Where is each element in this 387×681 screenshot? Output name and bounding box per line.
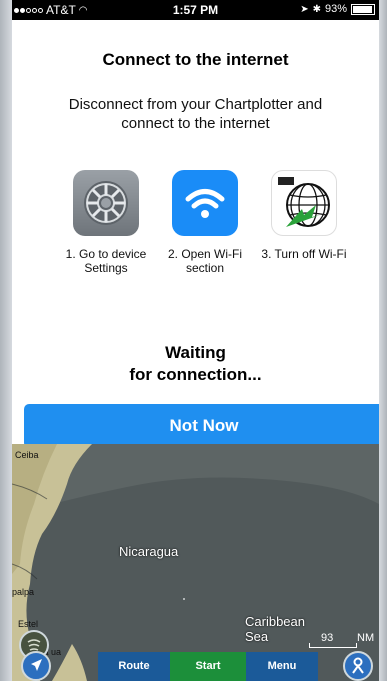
navigation-arrow-icon [31, 659, 42, 671]
start-button[interactable]: Start [170, 652, 246, 681]
step-open-wifi: 2. Open Wi-Fi section [162, 170, 248, 275]
scale-unit: NM [357, 632, 375, 644]
map-label-line: Sea [245, 629, 269, 644]
dialog-title: Connect to the internet [102, 50, 289, 69]
dialog-message: Disconnect from your Chartplotter and co… [68, 96, 323, 132]
waiting-status: Waiting for connection... [12, 342, 379, 386]
waiting-line: for connection... [129, 365, 262, 384]
location-arrow-icon: ➤ [300, 3, 309, 15]
map-scale-bar: 93 NM [309, 632, 379, 648]
bottom-toolbar: Route Start Menu [98, 652, 318, 681]
menu-button[interactable]: Menu [246, 652, 318, 681]
map-label-line: Caribbean [245, 614, 305, 629]
map-label: palpa [12, 587, 35, 597]
map-label: Ceiba [15, 450, 39, 460]
step-label: 1. Go to device Settings [65, 247, 147, 275]
bluetooth-icon: ✱ [312, 3, 321, 15]
not-now-button[interactable]: Not Now [24, 404, 379, 448]
wifi-icon [172, 170, 238, 236]
battery-icon [351, 3, 375, 15]
frame-edge [379, 0, 387, 681]
connect-dialog: Connect to the internet Disconnect from … [12, 20, 379, 444]
phone-screen: AT&T ◠ 1:57 PM ➤ ✱ 93% Connect to the in… [12, 0, 379, 681]
map-label: Estel [18, 619, 39, 629]
chart-map[interactable]: Ceiba Nicaragua palpa Estel Caribbean Se… [12, 444, 379, 681]
map-label-caribbean-sea: Caribbean Sea [245, 614, 305, 644]
map-label-nicaragua: Nicaragua [119, 544, 179, 559]
step-turn-off-wifi: 3. Turn off Wi-Fi [261, 170, 347, 261]
step-go-to-settings: 1. Go to device Settings [63, 170, 149, 275]
battery-percent: 93% [324, 3, 347, 15]
step-label: 3. Turn off Wi-Fi [261, 247, 347, 261]
route-button[interactable]: Route [98, 652, 170, 681]
chart-app-icon [271, 170, 337, 236]
status-bar: AT&T ◠ 1:57 PM ➤ ✱ 93% [12, 0, 379, 20]
step-label: 2. Open Wi-Fi section [167, 247, 242, 275]
scale-line [309, 643, 357, 648]
frame-edge [0, 0, 12, 681]
locate-button[interactable] [21, 651, 51, 681]
status-right: ➤ ✱ 93% [300, 3, 375, 15]
settings-icon [73, 170, 139, 236]
person-icon [352, 657, 364, 674]
waiting-line: Waiting [165, 343, 226, 362]
account-button[interactable] [343, 651, 373, 681]
